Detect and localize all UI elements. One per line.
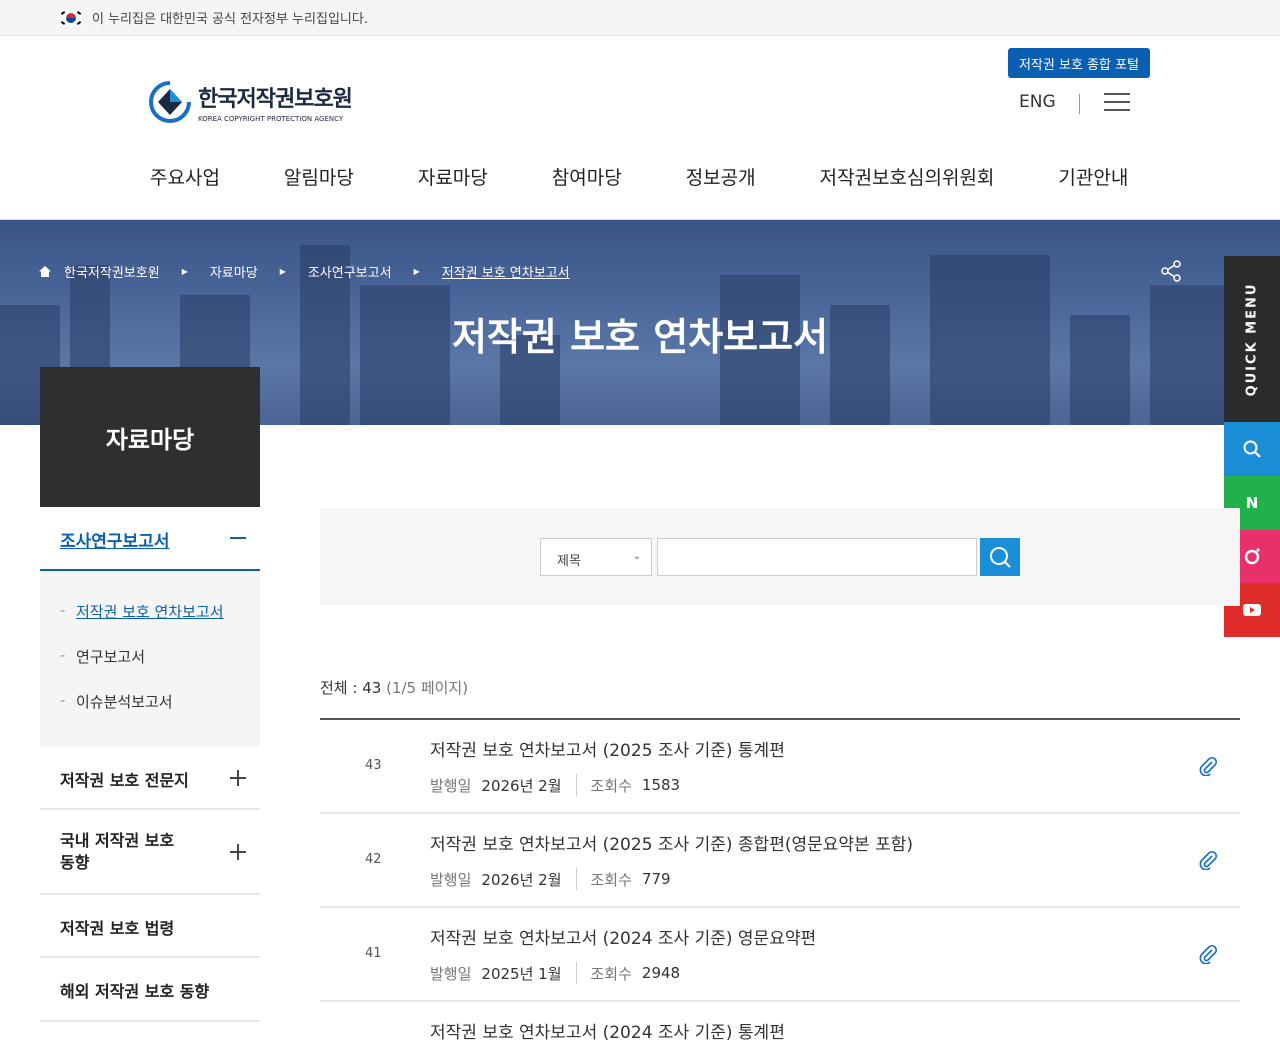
breadcrumb-separator-icon: ▶ xyxy=(279,267,286,276)
submenu-item-research-report[interactable]: 연구보고서 xyxy=(40,646,260,691)
breadcrumb-resources[interactable]: 자료마당 xyxy=(210,262,258,281)
row-title[interactable]: 저작권 보호 연차보고서 (2025 조사 기준) 종합편(영문요약본 포함) xyxy=(430,830,913,855)
breadcrumb-separator-icon: ▶ xyxy=(413,267,420,276)
sidebar-item-label: 저작권 보호 법령 xyxy=(60,919,175,938)
search-button[interactable] xyxy=(980,538,1020,576)
quick-search-icon[interactable] xyxy=(1224,422,1280,476)
site-header: 한국저작권보호원 KOREA COPYRIGHT PROTECTION AGEN… xyxy=(0,36,1280,220)
breadcrumb-research-reports[interactable]: 조사연구보고서 xyxy=(308,262,392,281)
search-field-select[interactable]: 제목 ⌄ xyxy=(540,538,652,576)
expand-icon[interactable] xyxy=(230,770,246,786)
logo-name: 한국저작권보호원 xyxy=(198,87,353,112)
korea-flag-icon xyxy=(60,9,82,26)
logo-mark-icon xyxy=(148,80,192,124)
sidebar-item-label: 저작권 보호 전문지 xyxy=(60,771,189,790)
row-title[interactable]: 저작권 보호 연차보고서 (2025 조사 기준) 통계편 xyxy=(430,736,785,761)
row-date: 2025년 1월 xyxy=(481,964,562,983)
row-date: 2026년 2월 xyxy=(481,776,562,795)
gnb-item-notices[interactable]: 알림마당 xyxy=(284,163,354,190)
gnb-item-about[interactable]: 기관안내 xyxy=(1058,163,1128,190)
quick-menu-label: QUICK MENU xyxy=(1224,256,1280,422)
row-views: 779 xyxy=(641,870,671,888)
attachment-icon[interactable] xyxy=(1198,756,1218,777)
attachment-icon[interactable] xyxy=(1198,850,1218,871)
gnb-item-major-projects[interactable]: 주요사업 xyxy=(150,163,220,190)
sidebar-item-label: 국내 저작권 보호 동향 xyxy=(60,831,175,872)
gnb-item-resources[interactable]: 자료마당 xyxy=(418,163,488,190)
submenu-item-issue-report[interactable]: 이슈분석보고서 xyxy=(40,691,260,736)
collapse-icon[interactable] xyxy=(230,537,246,539)
english-link[interactable]: ENG xyxy=(1019,92,1056,112)
sidebar-item-research-reports[interactable]: 조사연구보고서 xyxy=(40,507,260,571)
attachment-icon[interactable] xyxy=(1198,944,1218,965)
row-views: 1583 xyxy=(641,776,681,794)
table-row[interactable]: 저작권 보호 연차보고서 (2024 조사 기준) 통계편 xyxy=(320,1002,1240,1043)
row-title[interactable]: 저작권 보호 연차보고서 (2024 조사 기준) 영문요약편 xyxy=(430,924,816,949)
main-navigation: 주요사업 알림마당 자료마당 참여마당 정보공개 저작권보호심의위원회 기관안내 xyxy=(150,163,1192,190)
gnb-item-participation[interactable]: 참여마당 xyxy=(552,163,622,190)
row-views: 2948 xyxy=(641,964,681,982)
sidebar-title: 자료마당 xyxy=(40,367,260,507)
breadcrumb-separator-icon: ▶ xyxy=(181,267,188,276)
row-date: 2026년 2월 xyxy=(481,870,562,889)
breadcrumb-current[interactable]: 저작권 보호 연차보고서 xyxy=(442,262,570,281)
chevron-down-icon: ⌄ xyxy=(632,551,641,562)
sidebar-item-journal[interactable]: 저작권 보호 전문지 xyxy=(40,747,260,810)
search-input[interactable] xyxy=(657,538,977,576)
sidebar-item-laws[interactable]: 저작권 보호 법령 xyxy=(40,895,260,958)
gnb-item-disclosure[interactable]: 정보공개 xyxy=(686,163,756,190)
expand-icon[interactable] xyxy=(230,844,246,860)
breadcrumb-home[interactable]: 한국저작권보호원 xyxy=(64,262,160,281)
copyright-portal-button[interactable]: 저작권 보호 종합 포털 xyxy=(1008,48,1150,78)
row-title[interactable]: 저작권 보호 연차보고서 (2024 조사 기준) 통계편 xyxy=(430,1018,785,1043)
home-icon[interactable] xyxy=(38,265,52,278)
gov-banner: 이 누리집은 대한민국 공식 전자정부 누리집입니다. xyxy=(0,0,1280,36)
total-count: 전체 : 43 (1/5 페이지) xyxy=(320,679,469,697)
gnb-item-committee[interactable]: 저작권보호심의위원회 xyxy=(820,163,995,190)
page-title: 저작권 보호 연차보고서 xyxy=(451,315,829,359)
row-number: 42 xyxy=(365,852,382,867)
sidebar-submenu: 저작권 보호 연차보고서 연구보고서 이슈분석보고서 xyxy=(40,571,260,747)
row-number: 43 xyxy=(365,758,382,773)
search-icon xyxy=(990,547,1011,568)
util-divider xyxy=(1079,94,1080,114)
gov-banner-text: 이 누리집은 대한민국 공식 전자정부 누리집입니다. xyxy=(92,12,368,27)
site-logo[interactable]: 한국저작권보호원 KOREA COPYRIGHT PROTECTION AGEN… xyxy=(148,80,353,124)
table-row[interactable]: 43 저작권 보호 연차보고서 (2025 조사 기준) 통계편 발행일 2026… xyxy=(320,720,1240,814)
sidebar-item-domestic-trends[interactable]: 국내 저작권 보호 동향 xyxy=(40,810,260,895)
sidebar-item-label: 해외 저작권 보호 동향 xyxy=(60,982,210,1001)
table-row[interactable]: 41 저작권 보호 연차보고서 (2024 조사 기준) 영문요약편 발행일 20… xyxy=(320,908,1240,1002)
sidebar-item-label: 조사연구보고서 xyxy=(60,532,170,552)
hamburger-menu-icon[interactable] xyxy=(1104,93,1130,111)
breadcrumb: 한국저작권보호원 ▶ 자료마당 ▶ 조사연구보고서 ▶ 저작권 보호 연차보고서 xyxy=(38,262,570,281)
logo-subtitle: KOREA COPYRIGHT PROTECTION AGENCY xyxy=(198,115,344,123)
row-number: 41 xyxy=(365,946,382,961)
share-icon[interactable] xyxy=(1160,260,1182,282)
table-row[interactable]: 42 저작권 보호 연차보고서 (2025 조사 기준) 종합편(영문요약본 포… xyxy=(320,814,1240,908)
search-panel: 제목 ⌄ xyxy=(320,508,1240,606)
sidebar-item-overseas-trends[interactable]: 해외 저작권 보호 동향 xyxy=(40,958,260,1022)
submenu-item-annual-report[interactable]: 저작권 보호 연차보고서 xyxy=(40,601,260,646)
